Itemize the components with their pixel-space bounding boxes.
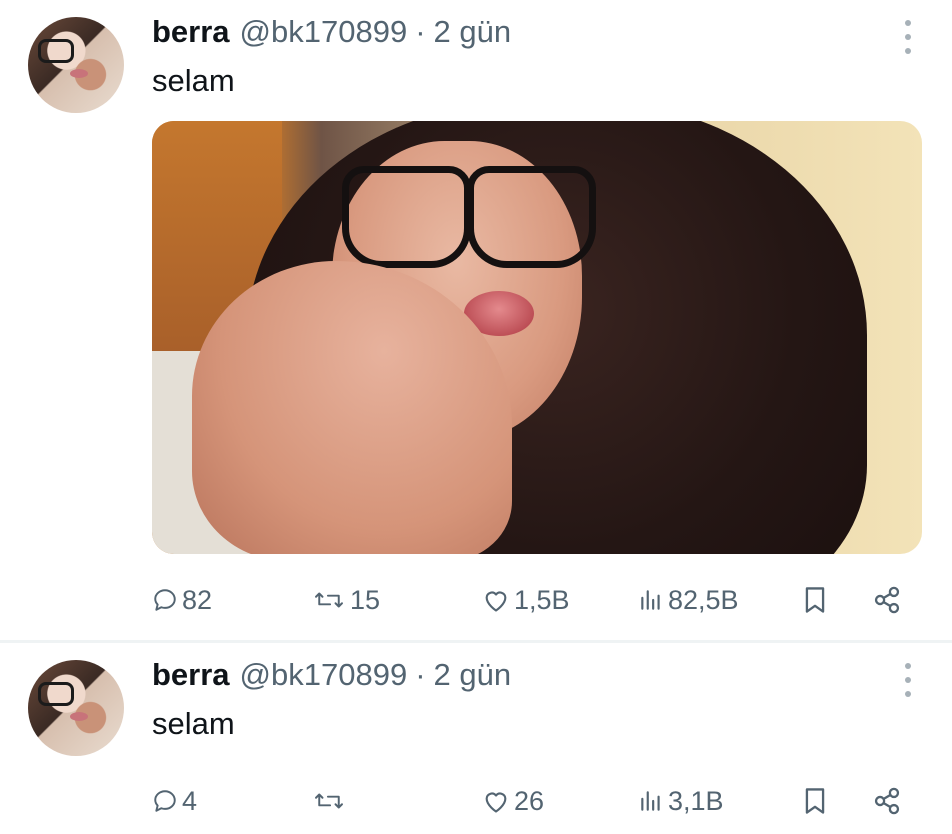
tweet-actions: 4 26 3,1B <box>152 781 912 821</box>
retweet-button[interactable] <box>312 781 350 821</box>
tweet[interactable]: berra @bk170899 · 2 gün selam 82 15 1,5B… <box>0 0 952 640</box>
views-count: 3,1B <box>668 785 724 816</box>
heart-icon <box>485 792 507 813</box>
like-button[interactable]: 1,5B <box>482 580 570 620</box>
avatar[interactable] <box>28 17 124 113</box>
bar-chart-icon <box>641 791 660 811</box>
avatar-glasses <box>38 39 74 63</box>
views-button[interactable]: 3,1B <box>638 781 724 821</box>
reply-button[interactable]: 82 <box>152 580 212 620</box>
user-handle[interactable]: @bk170899 <box>240 657 408 693</box>
share-icon <box>874 787 900 815</box>
reply-count: 82 <box>182 584 213 615</box>
avatar-lips <box>70 69 88 78</box>
tweet-actions: 82 15 1,5B 82,5B <box>152 580 912 620</box>
bookmark-icon <box>805 587 825 613</box>
reply-count: 4 <box>182 785 198 816</box>
separator-dot: · <box>415 14 426 49</box>
tweet-text: selam <box>152 63 235 98</box>
like-button[interactable]: 26 <box>482 781 544 821</box>
retweet-arrows-icon <box>315 592 343 608</box>
bookmark-icon <box>805 788 825 814</box>
tweet-header: berra @bk170899 · 2 gün <box>152 657 511 697</box>
bookmark-button[interactable] <box>802 781 828 821</box>
timestamp[interactable]: 2 gün <box>434 657 512 693</box>
heart-icon <box>485 591 507 612</box>
views-count: 82,5B <box>668 584 739 615</box>
tweet[interactable]: berra @bk170899 · 2 gün selam 4 26 3,1B <box>0 643 952 834</box>
retweet-arrows-icon <box>315 793 343 809</box>
retweet-button[interactable]: 15 <box>312 580 380 620</box>
bar-chart-icon <box>641 590 660 610</box>
avatar-glasses <box>38 682 74 706</box>
avatar-lips <box>70 712 88 721</box>
tweet-text: selam <box>152 706 235 741</box>
share-button[interactable] <box>872 781 902 821</box>
separator-dot: · <box>415 657 426 692</box>
vertical-ellipsis-icon[interactable] <box>902 20 914 54</box>
bookmark-button[interactable] <box>802 580 828 620</box>
share-button[interactable] <box>872 580 902 620</box>
speech-bubble-icon <box>154 790 176 812</box>
like-count: 26 <box>514 785 545 816</box>
reply-button[interactable]: 4 <box>152 781 197 821</box>
retweet-count: 15 <box>350 584 381 615</box>
user-name[interactable]: berra <box>152 657 230 693</box>
tweet-photo[interactable] <box>152 121 922 554</box>
views-button[interactable]: 82,5B <box>638 580 739 620</box>
avatar[interactable] <box>28 660 124 756</box>
user-name[interactable]: berra <box>152 14 230 50</box>
tweet-header: berra @bk170899 · 2 gün <box>152 14 511 54</box>
timestamp[interactable]: 2 gün <box>434 14 512 50</box>
photo-glasses-left <box>342 166 471 268</box>
share-icon <box>874 586 900 614</box>
speech-bubble-icon <box>154 589 176 611</box>
photo-glasses-right <box>467 166 596 268</box>
user-handle[interactable]: @bk170899 <box>240 14 408 50</box>
like-count: 1,5B <box>514 584 570 615</box>
vertical-ellipsis-icon[interactable] <box>902 663 914 697</box>
